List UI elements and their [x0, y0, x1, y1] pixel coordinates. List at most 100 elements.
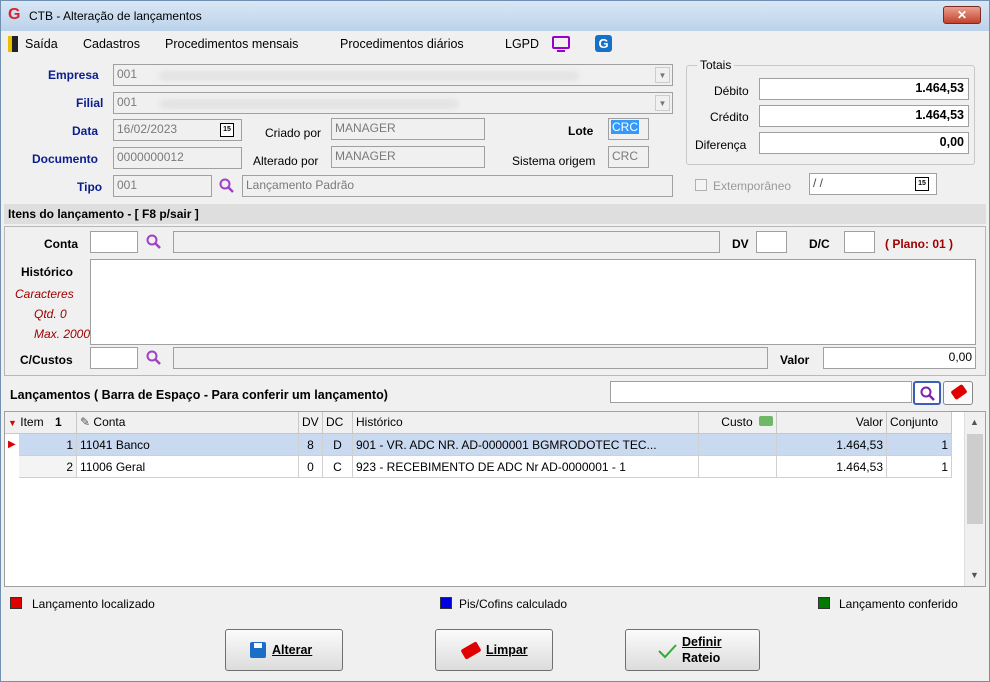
- legend-green-swatch: [818, 597, 830, 609]
- menu-bar: Saída Cadastros Procedimentos mensais Pr…: [1, 32, 989, 56]
- lancamentos-title: Lançamentos ( Barra de Espaço - Para con…: [10, 388, 388, 402]
- conta-header-text: Conta: [93, 415, 126, 429]
- row-pointer-icon: ▶: [8, 439, 16, 450]
- app-shortcut-icon[interactable]: G: [595, 35, 612, 52]
- valor-value: 0,00: [948, 350, 972, 364]
- sort-numeric-icon: 1: [54, 415, 62, 429]
- credito-label: Crédito: [710, 110, 749, 124]
- cell-valor: 1.464,53: [777, 456, 887, 478]
- limpar-button[interactable]: Limpar: [435, 629, 553, 671]
- definir-rateio-button[interactable]: Definir Rateio: [625, 629, 760, 671]
- dc-input[interactable]: [844, 231, 875, 253]
- close-button[interactable]: ✕: [943, 6, 981, 24]
- valor-label: Valor: [780, 353, 810, 367]
- scroll-thumb[interactable]: [967, 434, 983, 524]
- debito-value: 1.464,53: [759, 78, 969, 100]
- limpar-label: Limpar: [486, 643, 528, 657]
- alterado-label: Alterado por: [253, 154, 319, 168]
- cell-item: 1: [19, 434, 77, 456]
- caracteres-label: Caracteres: [15, 287, 74, 301]
- max-label: Max. 2000: [34, 327, 91, 341]
- eraser-icon: [460, 641, 482, 660]
- title-bar: G CTB - Alteração de lançamentos ✕: [1, 1, 989, 31]
- sistema-origem-field: CRC: [608, 146, 649, 168]
- totais-title: Totais: [697, 58, 735, 72]
- chevron-down-icon[interactable]: ▼: [655, 67, 670, 83]
- plano-label: ( Plano: 01 ): [885, 237, 954, 251]
- diferenca-label: Diferença: [695, 138, 747, 152]
- qtd-label: Qtd. 0: [34, 307, 67, 321]
- empresa-select[interactable]: 001 ▼: [113, 64, 673, 86]
- column-header-historico[interactable]: Histórico: [353, 412, 699, 434]
- dv-input[interactable]: [756, 231, 787, 253]
- menu-procedimentos-mensais[interactable]: Procedimentos mensais: [165, 37, 298, 51]
- valor-input[interactable]: 0,00: [823, 347, 976, 369]
- scroll-up-icon[interactable]: ▲: [970, 417, 979, 427]
- search-icon[interactable]: [146, 350, 161, 365]
- ccustos-input[interactable]: [90, 347, 138, 369]
- alterar-label: Alterar: [272, 643, 313, 657]
- scroll-down-icon[interactable]: ▼: [970, 570, 979, 580]
- legend-red-swatch: [10, 597, 22, 609]
- lote-field[interactable]: CRC: [608, 118, 649, 140]
- criado-field: MANAGER: [331, 118, 485, 140]
- conta-description: [173, 231, 720, 253]
- custo-header-text: Custo: [721, 415, 753, 429]
- monitor-stand-icon: [557, 50, 565, 52]
- empresa-value: 001: [117, 67, 138, 81]
- menu-procedimentos-diarios[interactable]: Procedimentos diários: [340, 37, 464, 51]
- redacted-text: [159, 99, 459, 109]
- tipo-value: 001: [117, 178, 138, 192]
- column-header-dc[interactable]: DC: [323, 412, 353, 434]
- documento-field[interactable]: 0000000012: [113, 147, 242, 169]
- lancamentos-search-input[interactable]: [610, 381, 912, 403]
- money-icon: [759, 416, 773, 426]
- diferenca-value: 0,00: [759, 132, 969, 154]
- rateio-label: Rateio: [682, 651, 721, 665]
- filial-select[interactable]: 001 ▼: [113, 92, 673, 114]
- cell-dc: D: [323, 434, 353, 456]
- alterar-button[interactable]: Alterar: [225, 629, 343, 671]
- monitor-icon[interactable]: [552, 36, 570, 49]
- cell-conjunto: 1: [887, 434, 952, 456]
- calendar-icon[interactable]: 15: [915, 177, 929, 191]
- menu-cadastros[interactable]: Cadastros: [83, 37, 140, 51]
- search-icon[interactable]: [219, 178, 234, 193]
- criado-label: Criado por: [265, 126, 322, 140]
- conta-input[interactable]: [90, 231, 138, 253]
- criado-value: MANAGER: [335, 121, 396, 135]
- cell-historico: 923 - RECEBIMENTO DE ADC Nr AD-0000001 -…: [353, 456, 699, 478]
- calendar-icon[interactable]: 15: [220, 123, 234, 137]
- checkmark-icon: [658, 644, 677, 659]
- eraser-button[interactable]: [943, 381, 973, 405]
- menu-lgpd[interactable]: LGPD: [505, 37, 539, 51]
- credito-value: 1.464,53: [759, 105, 969, 127]
- sort-down-icon: ▼: [8, 418, 17, 428]
- column-header-conjunto[interactable]: Conjunto: [887, 412, 952, 434]
- lancamentos-table[interactable]: ▼ Item 1 ✎ Conta DV DC Histórico Custo V…: [4, 411, 986, 587]
- definir-label: Definir: [682, 635, 722, 649]
- column-header-dv[interactable]: DV: [299, 412, 323, 434]
- column-header-item[interactable]: ▼ Item 1: [5, 412, 77, 434]
- cell-custo: [699, 456, 777, 478]
- search-icon[interactable]: [146, 234, 161, 249]
- column-header-valor[interactable]: Valor: [777, 412, 887, 434]
- cell-dc: C: [323, 456, 353, 478]
- filial-label: Filial: [76, 96, 104, 110]
- menu-saida[interactable]: Saída: [25, 37, 58, 51]
- column-header-conta[interactable]: ✎ Conta: [77, 412, 299, 434]
- data-label: Data: [72, 124, 99, 138]
- cell-custo: [699, 434, 777, 456]
- app-logo-icon: G: [8, 6, 21, 23]
- redacted-text: [159, 71, 579, 81]
- tipo-description: Lançamento Padrão: [242, 175, 673, 197]
- vertical-scrollbar[interactable]: ▲ ▼: [964, 412, 985, 586]
- dc-label: D/C: [809, 237, 830, 251]
- column-header-custo[interactable]: Custo: [699, 412, 777, 434]
- search-button[interactable]: [913, 381, 941, 405]
- chevron-down-icon[interactable]: ▼: [655, 95, 670, 111]
- tipo-field[interactable]: 001: [113, 175, 212, 197]
- extemporaneo-checkbox[interactable]: [695, 179, 707, 191]
- empresa-label: Empresa: [48, 68, 99, 82]
- historico-textarea[interactable]: [90, 259, 976, 345]
